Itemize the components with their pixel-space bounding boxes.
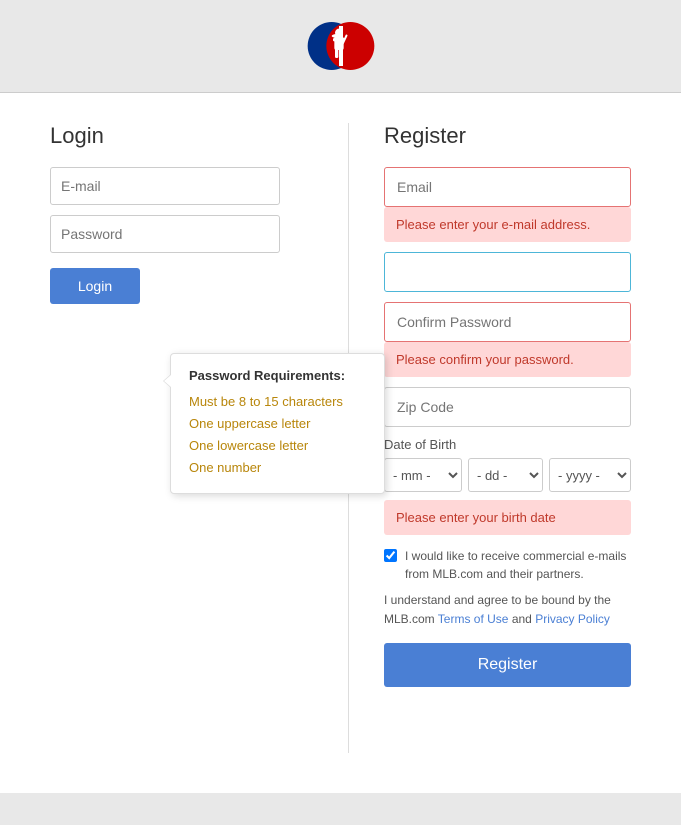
mlb-logo [301,18,381,74]
dob-group: Date of Birth - mm - 010203 040506 07080… [384,437,631,535]
register-title: Register [384,123,631,149]
main-content: Login Login Password Requirements: Must … [0,93,681,793]
commercial-email-label[interactable]: I would like to receive commercial e-mai… [405,547,631,583]
dob-day-select[interactable]: - dd - 01020304 05060708 09101112 131415… [468,458,543,492]
pw-req-length: Must be 8 to 15 characters [189,391,366,413]
terms-of-use-link[interactable]: Terms of Use [438,612,509,626]
login-section: Login Login Password Requirements: Must … [50,123,349,753]
login-email-input[interactable] [50,167,280,205]
pw-requirements-title: Password Requirements: [189,368,366,383]
confirm-password-error-message: Please confirm your password. [384,342,631,377]
register-password-input[interactable] [384,252,631,292]
email-error-message: Please enter your e-mail address. [384,207,631,242]
privacy-policy-link[interactable]: Privacy Policy [535,612,610,626]
pw-req-lowercase: One lowercase letter [189,435,366,457]
email-group: Please enter your e-mail address. [384,167,631,242]
dob-label: Date of Birth [384,437,631,452]
terms-text: I understand and agree to be bound by th… [384,591,631,629]
register-confirm-password-input[interactable] [384,302,631,342]
login-title: Login [50,123,318,149]
dob-error-message: Please enter your birth date [384,500,631,535]
register-button[interactable]: Register [384,643,631,687]
terms-and: and [512,612,535,626]
pw-requirements-tooltip: Password Requirements: Must be 8 to 15 c… [170,353,385,494]
login-button[interactable]: Login [50,268,140,304]
pw-req-number: One number [189,457,366,479]
dob-selects: - mm - 010203 040506 070809 101112 - dd … [384,458,631,492]
pw-req-uppercase: One uppercase letter [189,413,366,435]
dob-month-select[interactable]: - mm - 010203 040506 070809 101112 [384,458,462,492]
login-password-input[interactable] [50,215,280,253]
commercial-email-row: I would like to receive commercial e-mai… [384,547,631,583]
header [0,0,681,93]
zip-input[interactable] [384,387,631,427]
register-section: Register Please enter your e-mail addres… [349,123,631,753]
commercial-email-checkbox[interactable] [384,549,397,562]
dob-year-select[interactable]: - yyyy - 200520042003 200220012000 19991… [549,458,631,492]
password-group [384,252,631,292]
register-email-input[interactable] [384,167,631,207]
zip-group [384,387,631,427]
confirm-password-group: Please confirm your password. [384,302,631,377]
